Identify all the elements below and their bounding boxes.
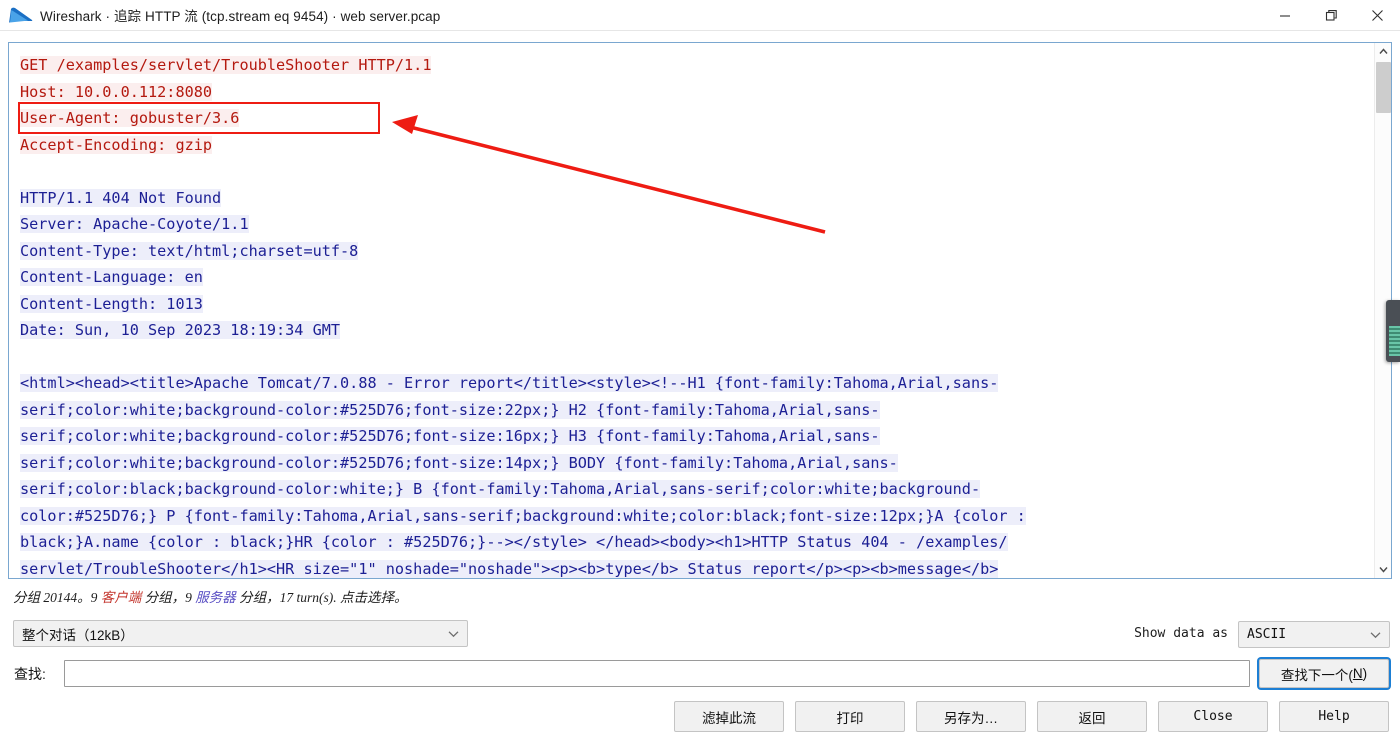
- stream-text: GET /examples/servlet/TroubleShooter HTT…: [9, 43, 1374, 578]
- minimize-icon[interactable]: [1262, 0, 1308, 31]
- scroll-down-icon[interactable]: [1375, 561, 1391, 578]
- title-bar: Wireshark · 追踪 HTTP 流 (tcp.stream eq 945…: [0, 0, 1400, 31]
- stream-line-request: GET /examples/servlet/TroubleShooter HTT…: [20, 56, 432, 74]
- stream-line-body: color:#525D76;} P {font-family:Tahoma,Ar…: [20, 506, 1026, 525]
- status-server-word: 服务器: [195, 590, 236, 605]
- stream-line-response: Server: Apache-Coyote/1.1: [20, 215, 249, 233]
- window-controls: [1262, 0, 1400, 31]
- conversation-select[interactable]: 整个对话（12kB）: [13, 620, 468, 647]
- close-icon[interactable]: [1354, 0, 1400, 31]
- dialog-button-bar: 滤掉此流 打印 另存为… 返回 Close Help: [0, 701, 1400, 749]
- show-data-as-value: ASCII: [1247, 627, 1287, 642]
- follow-http-stream-window: Wireshark · 追踪 HTTP 流 (tcp.stream eq 945…: [0, 0, 1400, 749]
- stream-line-response: HTTP/1.1 404 Not Found: [20, 188, 222, 207]
- stream-line-response: Content-Length: 1013: [20, 294, 203, 313]
- filter-out-stream-button[interactable]: 滤掉此流: [674, 701, 784, 732]
- scroll-up-icon[interactable]: [1375, 43, 1391, 60]
- wireshark-fin-icon: [8, 6, 34, 24]
- conversation-select-value: 整个对话（12kB）: [22, 627, 134, 643]
- find-input[interactable]: [64, 660, 1250, 687]
- stream-line-body: servlet/TroubleShooter</h1><HR size="1" …: [20, 559, 999, 578]
- find-label: 查找:: [14, 666, 46, 682]
- stream-line-body: serif;color:white;background-color:#525D…: [20, 453, 898, 472]
- stream-content-panel[interactable]: GET /examples/servlet/TroubleShooter HTT…: [8, 42, 1392, 579]
- edge-overlay-widget: [1386, 300, 1400, 362]
- stream-line-request: Host: 10.0.0.112:8080: [20, 82, 213, 101]
- find-next-label-end: ): [1362, 666, 1368, 681]
- stream-line-body: serif;color:black;background-color:white…: [20, 480, 981, 498]
- window-title: Wireshark · 追踪 HTTP 流 (tcp.stream eq 945…: [40, 9, 441, 24]
- stream-line-request: User-Agent: gobuster/3.6: [20, 109, 240, 127]
- save-as-button[interactable]: 另存为…: [916, 701, 1026, 732]
- status-client-word: 客户端: [100, 590, 142, 605]
- close-button[interactable]: Close: [1158, 701, 1268, 732]
- stream-line-body: <html><head><title>Apache Tomcat/7.0.88 …: [20, 374, 999, 392]
- help-button[interactable]: Help: [1279, 701, 1389, 732]
- show-data-as-label: Show data as: [1134, 626, 1228, 641]
- find-next-label: 查找下一个(: [1280, 667, 1353, 683]
- status-prefix: 分组 20144。: [13, 590, 91, 605]
- back-button[interactable]: 返回: [1037, 701, 1147, 732]
- status-server-count: 9: [185, 590, 192, 605]
- find-next-button[interactable]: 查找下一个(N): [1259, 659, 1389, 688]
- print-button[interactable]: 打印: [795, 701, 905, 732]
- stream-line-response: Date: Sun, 10 Sep 2023 18:19:34 GMT: [20, 321, 341, 339]
- stream-line-blank: [20, 344, 1374, 371]
- status-server-suffix: 分组，17 turn(s). 点击选择。: [235, 590, 408, 605]
- chevron-down-icon: [1370, 631, 1381, 639]
- stream-line-response: Content-Type: text/html;charset=utf-8: [20, 241, 359, 260]
- show-data-as-select[interactable]: ASCII: [1238, 621, 1390, 648]
- stream-line-body: serif;color:white;background-color:#525D…: [20, 427, 880, 445]
- find-next-mnemonic: N: [1352, 666, 1363, 681]
- stream-line-request: Accept-Encoding: gzip: [20, 135, 213, 154]
- edge-widget-bars: [1389, 326, 1400, 356]
- chevron-down-icon: [448, 630, 459, 638]
- stream-line-blank: [20, 158, 1374, 185]
- scroll-thumb[interactable]: [1376, 62, 1391, 113]
- stream-line-response: Content-Language: en: [20, 268, 203, 286]
- restore-icon[interactable]: [1308, 0, 1354, 31]
- stream-line-body: black;}A.name {color : black;}HR {color …: [20, 533, 1008, 551]
- stream-status-text: 分组 20144。9 客户端 分组，9 服务器 分组，17 turn(s). 点…: [13, 586, 408, 606]
- status-client-suffix: 分组，: [141, 590, 186, 605]
- stream-line-body: serif;color:white;background-color:#525D…: [20, 400, 880, 419]
